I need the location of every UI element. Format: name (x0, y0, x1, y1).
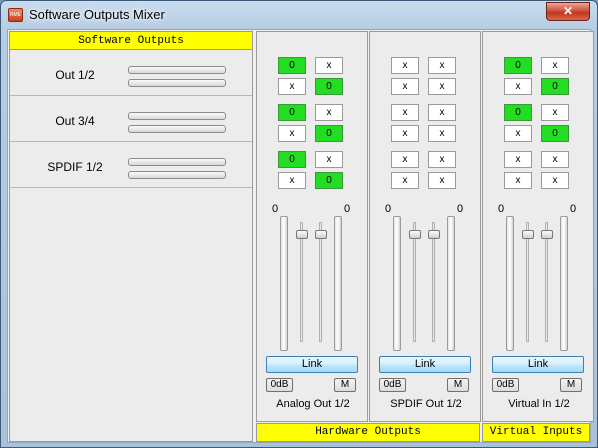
title-bar[interactable]: RME Software Outputs Mixer ✕ (1, 1, 597, 29)
routing-cell[interactable]: x (315, 151, 343, 168)
zero-db-button[interactable]: 0dB (379, 378, 406, 392)
software-output-label: Out 3/4 (55, 114, 95, 128)
right-fader-handle[interactable] (315, 230, 327, 239)
left-meter-level-label: 0 (498, 203, 505, 215)
routing-cell[interactable]: x (428, 78, 456, 95)
routing-cell[interactable]: x (541, 172, 569, 189)
hardware-channel-name: SPDIF Out 1/2 (390, 398, 462, 410)
routing-cell[interactable]: x (391, 104, 419, 121)
routing-cell[interactable]: 0 (315, 125, 343, 142)
software-output-row[interactable]: Out 1/2 (10, 52, 252, 96)
hardware-channel-strip: 0 x x 0 0 x x 0 0 x x 0 0 0 Link 0dB M Analog Out 1/2 (256, 31, 368, 422)
mute-button[interactable]: M (334, 378, 356, 392)
right-level-meter (128, 79, 226, 87)
routing-cell[interactable]: 0 (541, 125, 569, 142)
right-meter-level-label: 0 (570, 203, 577, 215)
hardware-channel-name: Analog Out 1/2 (276, 398, 350, 410)
routing-cell[interactable]: x (504, 172, 532, 189)
right-meter-level-label: 0 (457, 203, 464, 215)
software-outputs-header: Software Outputs (10, 32, 252, 50)
link-button[interactable]: Link (492, 356, 584, 373)
routing-cell[interactable]: x (428, 57, 456, 74)
routing-cell[interactable]: 0 (504, 57, 532, 74)
zero-db-button[interactable]: 0dB (492, 378, 519, 392)
mute-button[interactable]: M (447, 378, 469, 392)
right-meter-level-label: 0 (344, 203, 351, 215)
left-fader-track[interactable] (526, 222, 529, 342)
routing-cell[interactable]: x (504, 151, 532, 168)
routing-cell[interactable]: x (315, 57, 343, 74)
routing-cell[interactable]: x (504, 78, 532, 95)
routing-cell[interactable]: x (391, 57, 419, 74)
hardware-channel-strip: x x x x x x x x x x x x 0 0 Link 0dB M SPDIF Out 1/2 (369, 31, 481, 422)
hardware-channel-name: Virtual In 1/2 (508, 398, 570, 410)
routing-cell[interactable]: x (428, 172, 456, 189)
routing-cell[interactable]: 0 (278, 151, 306, 168)
hardware-outputs-header: Hardware Outputs (256, 423, 480, 442)
left-fader-track[interactable] (300, 222, 303, 342)
software-output-row[interactable]: SPDIF 1/2 (10, 144, 252, 188)
routing-cell[interactable]: 0 (504, 104, 532, 121)
left-fader-track[interactable] (413, 222, 416, 342)
routing-cell[interactable]: x (428, 151, 456, 168)
routing-cell[interactable]: x (541, 57, 569, 74)
right-fader-track[interactable] (319, 222, 322, 342)
mute-button[interactable]: M (560, 378, 582, 392)
routing-cell[interactable]: x (391, 151, 419, 168)
routing-cell[interactable]: x (391, 172, 419, 189)
hardware-channel-strip: 0 x x 0 0 x x 0 x x x x 0 0 Link 0dB M Virtual In 1/2 (482, 31, 594, 422)
right-level-meter (334, 216, 342, 351)
right-fader-track[interactable] (432, 222, 435, 342)
left-level-meter (506, 216, 514, 351)
left-level-meter (128, 66, 226, 74)
routing-cell[interactable]: 0 (278, 104, 306, 121)
right-fader-track[interactable] (545, 222, 548, 342)
app-icon: RME (8, 8, 23, 22)
zero-db-button[interactable]: 0dB (266, 378, 293, 392)
routing-cell[interactable]: x (278, 78, 306, 95)
left-level-meter (128, 158, 226, 166)
software-output-label: SPDIF 1/2 (47, 160, 103, 174)
left-meter-level-label: 0 (272, 203, 279, 215)
routing-cell[interactable]: 0 (315, 172, 343, 189)
right-fader-handle[interactable] (428, 230, 440, 239)
routing-cell[interactable]: x (504, 125, 532, 142)
routing-cell[interactable]: x (428, 104, 456, 121)
routing-cell[interactable]: x (315, 104, 343, 121)
left-meter-level-label: 0 (385, 203, 392, 215)
right-fader-handle[interactable] (541, 230, 553, 239)
link-button[interactable]: Link (266, 356, 358, 373)
left-level-meter (128, 112, 226, 120)
right-level-meter (560, 216, 568, 351)
routing-cell[interactable]: x (541, 104, 569, 121)
software-outputs-panel: Software Outputs Out 1/2 Out 3/4 SPDIF 1… (9, 31, 253, 442)
routing-cell[interactable]: 0 (541, 78, 569, 95)
client-area: Software Outputs Out 1/2 Out 3/4 SPDIF 1… (7, 29, 594, 443)
routing-cell[interactable]: x (278, 125, 306, 142)
left-fader-handle[interactable] (522, 230, 534, 239)
right-level-meter (128, 171, 226, 179)
software-output-row[interactable]: Out 3/4 (10, 98, 252, 142)
routing-cell[interactable]: x (391, 125, 419, 142)
routing-cell[interactable]: x (391, 78, 419, 95)
routing-cell[interactable]: 0 (278, 57, 306, 74)
routing-cell[interactable]: x (428, 125, 456, 142)
virtual-inputs-header: Virtual Inputs (482, 423, 590, 442)
left-level-meter (280, 216, 288, 351)
link-button[interactable]: Link (379, 356, 471, 373)
close-button[interactable]: ✕ (546, 2, 590, 21)
software-output-label: Out 1/2 (55, 68, 95, 82)
routing-cell[interactable]: x (541, 151, 569, 168)
mixer-window: RME Software Outputs Mixer ✕ Software Ou… (0, 0, 598, 448)
left-fader-handle[interactable] (296, 230, 308, 239)
routing-cell[interactable]: 0 (315, 78, 343, 95)
left-fader-handle[interactable] (409, 230, 421, 239)
routing-cell[interactable]: x (278, 172, 306, 189)
left-level-meter (393, 216, 401, 351)
window-title: Software Outputs Mixer (29, 7, 165, 22)
right-level-meter (128, 125, 226, 133)
right-level-meter (447, 216, 455, 351)
